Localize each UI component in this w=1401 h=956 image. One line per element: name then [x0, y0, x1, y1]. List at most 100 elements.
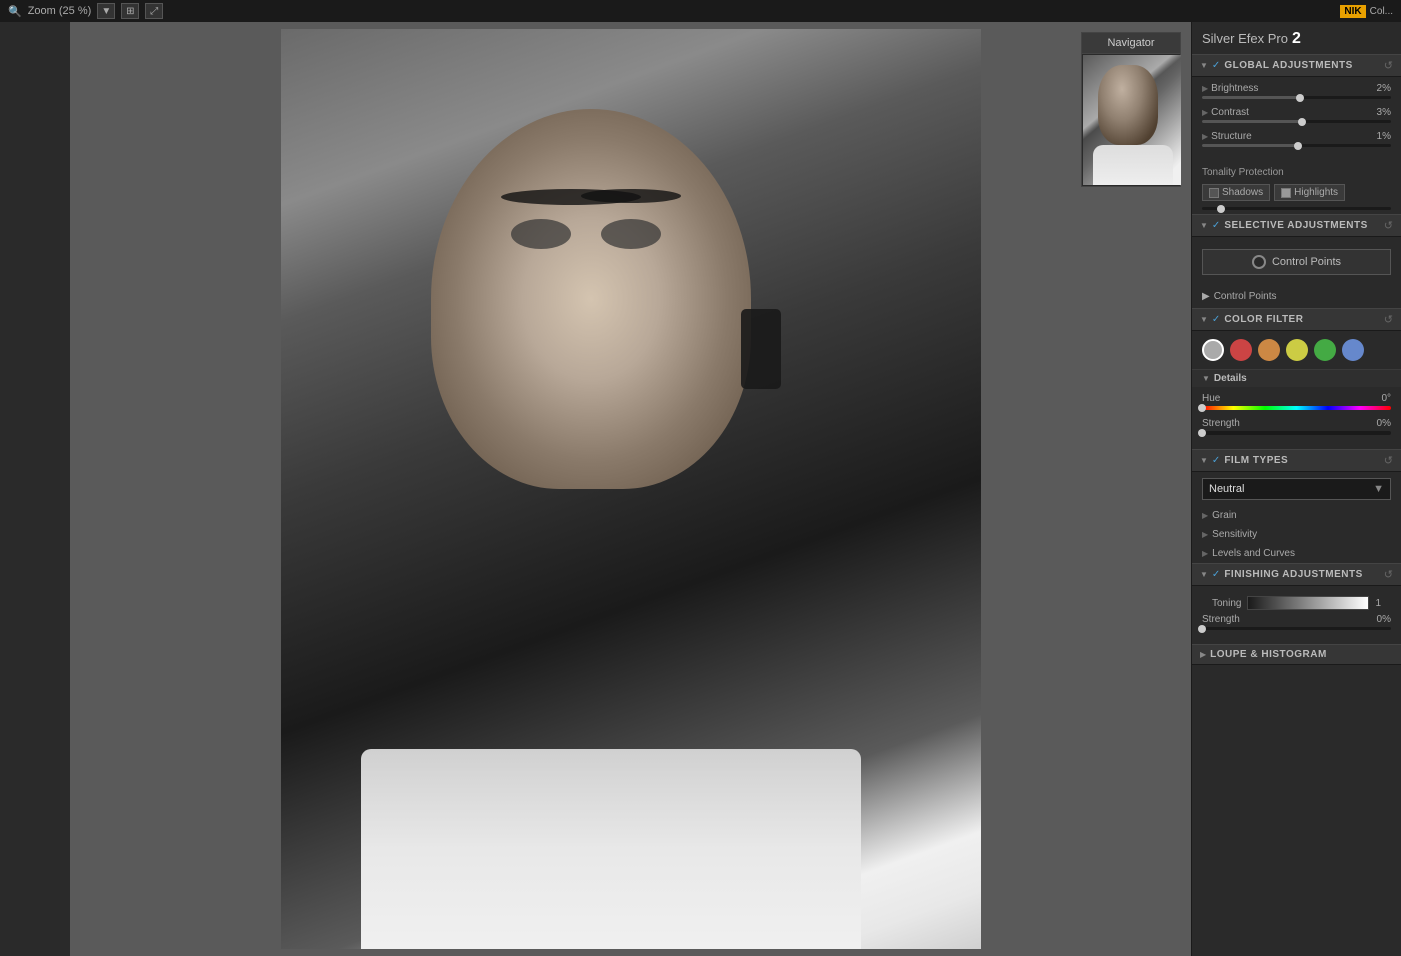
finishing-strength-row: Strength 0%: [1202, 614, 1391, 630]
toning-row: Toning 1: [1202, 592, 1391, 614]
details-header[interactable]: ▼ Details: [1192, 369, 1401, 387]
clothing-area: [361, 749, 861, 949]
swatch-orange[interactable]: [1258, 339, 1280, 361]
app-title: Silver Efex Pro 2: [1192, 22, 1401, 54]
structure-slider[interactable]: [1202, 144, 1391, 147]
levels-curves-chevron-icon: ▶: [1202, 549, 1208, 558]
contrast-thumb[interactable]: [1298, 118, 1306, 126]
control-points-expand-label: Control Points: [1214, 291, 1277, 302]
finishing-strength-slider[interactable]: [1202, 627, 1391, 630]
swatch-green[interactable]: [1314, 339, 1336, 361]
contrast-label: Contrast: [1211, 107, 1249, 118]
color-filter-title: COLOR FILTER: [1224, 314, 1383, 325]
sensitivity-row[interactable]: ▶ Sensitivity: [1192, 525, 1401, 544]
film-types-title: FILM TYPES: [1224, 455, 1383, 466]
finishing-check-icon: ✓: [1212, 569, 1220, 580]
tonality-thumb[interactable]: [1217, 205, 1225, 213]
details-title: Details: [1214, 373, 1247, 384]
brightness-label: Brightness: [1211, 83, 1258, 94]
global-adjustments-header[interactable]: ▼ ✓ GLOBAL ADJUSTMENTS ↺: [1192, 54, 1401, 77]
brightness-row: ▶ Brightness 2%: [1202, 83, 1391, 99]
top-bar-left: 🔍 Zoom (25 %) ▼ ⊞ ⤢: [8, 3, 163, 19]
fullscreen-btn[interactable]: ⤢: [145, 3, 163, 19]
loupe-title: LOUPE & HISTOGRAM: [1210, 649, 1393, 660]
thumb-body: [1093, 145, 1173, 185]
control-points-row: ▶ Control Points: [1192, 287, 1401, 308]
control-points-expand[interactable]: ▶ Control Points: [1202, 291, 1391, 302]
structure-value: 1%: [1377, 131, 1391, 142]
photo-container: [70, 22, 1191, 956]
contrast-slider[interactable]: [1202, 120, 1391, 123]
shadows-icon: [1209, 188, 1219, 198]
contrast-expand-icon: ▶: [1202, 108, 1208, 117]
sensitivity-label: Sensitivity: [1212, 529, 1257, 540]
finishing-strength-thumb[interactable]: [1198, 625, 1206, 633]
control-points-add-btn[interactable]: Control Points: [1202, 249, 1391, 275]
navigator-panel: Navigator: [1081, 32, 1181, 187]
eye-right: [601, 219, 661, 249]
control-points-btn-label: Control Points: [1272, 256, 1341, 268]
film-types-chevron-icon: ▼: [1200, 456, 1208, 465]
global-reset-icon[interactable]: ↺: [1384, 59, 1393, 72]
left-sidebar: [0, 22, 70, 956]
film-select[interactable]: Neutral ▼: [1202, 478, 1391, 500]
swatch-red[interactable]: [1230, 339, 1252, 361]
finishing-chevron-icon: ▼: [1200, 570, 1208, 579]
tonality-buttons: Shadows Highlights: [1202, 184, 1391, 201]
structure-row: ▶ Structure 1%: [1202, 131, 1391, 147]
finishing-adjustments-header[interactable]: ▼ ✓ FINISHING ADJUSTMENTS ↺: [1192, 563, 1401, 586]
top-bar: 🔍 Zoom (25 %) ▼ ⊞ ⤢ NIK Col...: [0, 0, 1401, 22]
grain-chevron-icon: ▶: [1202, 511, 1208, 520]
film-types-header[interactable]: ▼ ✓ FILM TYPES ↺: [1192, 449, 1401, 472]
thumb-face: [1098, 65, 1158, 145]
brightness-thumb[interactable]: [1296, 94, 1304, 102]
strength-thumb[interactable]: [1198, 429, 1206, 437]
color-filter-reset-icon[interactable]: ↺: [1384, 313, 1393, 326]
collection-label: Col...: [1370, 6, 1393, 17]
grain-row[interactable]: ▶ Grain: [1192, 506, 1401, 525]
color-filter-header[interactable]: ▼ ✓ COLOR FILTER ↺: [1192, 308, 1401, 331]
main-content: Navigator Silver Efex Pro 2 ▼ ✓ GLOBAL A…: [0, 22, 1401, 956]
control-point-icon: [1252, 255, 1266, 269]
color-filter-check-icon: ✓: [1212, 314, 1220, 325]
global-adjustments-content: ▶ Brightness 2% ▶ Contrast 3%: [1192, 77, 1401, 161]
grain-label: Grain: [1212, 510, 1236, 521]
film-types-reset-icon[interactable]: ↺: [1384, 454, 1393, 467]
zoom-dropdown-btn[interactable]: ▼: [97, 3, 115, 19]
hue-row: Hue 0°: [1202, 393, 1391, 410]
face-overlay: [431, 109, 751, 489]
eyebrow-right: [581, 189, 681, 203]
navigator-thumb: [1083, 55, 1181, 185]
brightness-slider[interactable]: [1202, 96, 1391, 99]
eye-left: [511, 219, 571, 249]
hue-slider[interactable]: [1202, 406, 1391, 410]
selective-reset-icon[interactable]: ↺: [1384, 219, 1393, 232]
finishing-reset-icon[interactable]: ↺: [1384, 568, 1393, 581]
brightness-fill: [1202, 96, 1300, 99]
highlights-label: Highlights: [1294, 187, 1338, 198]
sensitivity-chevron-icon: ▶: [1202, 530, 1208, 539]
zoom-label: Zoom (25 %): [28, 5, 92, 17]
swatch-neutral[interactable]: [1202, 339, 1224, 361]
structure-thumb[interactable]: [1294, 142, 1302, 150]
strength-value: 0%: [1377, 418, 1391, 429]
highlights-btn[interactable]: Highlights: [1274, 184, 1345, 201]
strength-label: Strength: [1202, 418, 1240, 429]
levels-curves-row[interactable]: ▶ Levels and Curves: [1192, 544, 1401, 563]
film-selected-value: Neutral: [1209, 483, 1244, 495]
color-filter-chevron-icon: ▼: [1200, 315, 1208, 324]
swatch-yellow[interactable]: [1286, 339, 1308, 361]
fit-btn[interactable]: ⊞: [121, 3, 139, 19]
details-chevron-icon: ▼: [1202, 374, 1210, 383]
shadows-btn[interactable]: Shadows: [1202, 184, 1270, 201]
hue-label: Hue: [1202, 393, 1220, 404]
global-check-icon: ✓: [1212, 60, 1220, 71]
loupe-header[interactable]: ▶ LOUPE & HISTOGRAM: [1192, 644, 1401, 665]
swatch-blue[interactable]: [1342, 339, 1364, 361]
zoom-icon: 🔍: [8, 5, 22, 18]
selective-adjustments-header[interactable]: ▼ ✓ SELECTIVE ADJUSTMENTS ↺: [1192, 214, 1401, 237]
strength-slider[interactable]: [1202, 431, 1391, 435]
tonality-slider[interactable]: [1202, 207, 1391, 210]
hue-thumb[interactable]: [1198, 404, 1206, 412]
color-swatches: [1192, 331, 1401, 369]
